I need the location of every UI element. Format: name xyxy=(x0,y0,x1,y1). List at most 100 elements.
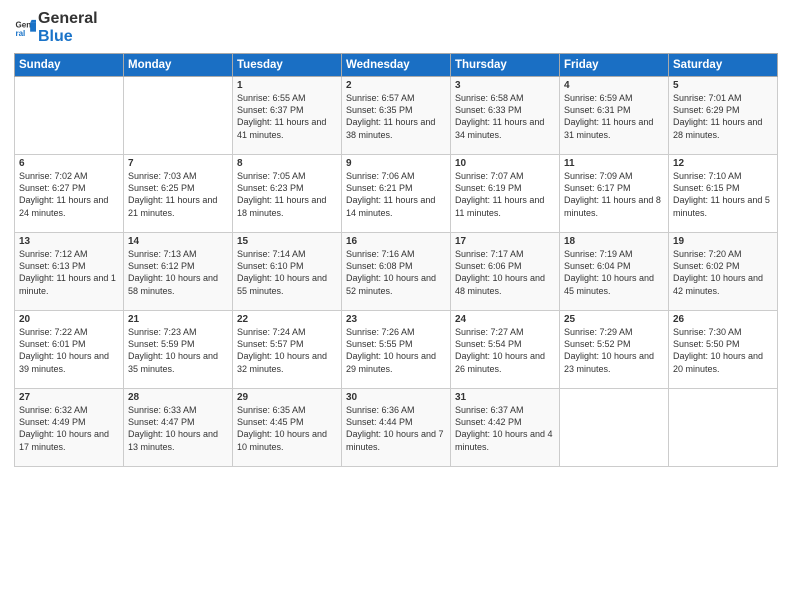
day-cell: 19Sunrise: 7:20 AM Sunset: 6:02 PM Dayli… xyxy=(669,233,778,311)
day-cell: 1Sunrise: 6:55 AM Sunset: 6:37 PM Daylig… xyxy=(233,77,342,155)
day-info: Sunrise: 7:26 AM Sunset: 5:55 PM Dayligh… xyxy=(346,326,446,375)
col-header-wednesday: Wednesday xyxy=(342,54,451,77)
logo-general: General xyxy=(38,10,98,28)
day-number: 9 xyxy=(346,158,446,169)
day-cell: 7Sunrise: 7:03 AM Sunset: 6:25 PM Daylig… xyxy=(124,155,233,233)
day-info: Sunrise: 6:57 AM Sunset: 6:35 PM Dayligh… xyxy=(346,92,446,141)
col-header-friday: Friday xyxy=(560,54,669,77)
day-number: 30 xyxy=(346,392,446,403)
day-info: Sunrise: 6:32 AM Sunset: 4:49 PM Dayligh… xyxy=(19,404,119,453)
col-header-thursday: Thursday xyxy=(451,54,560,77)
day-number: 10 xyxy=(455,158,555,169)
day-cell: 18Sunrise: 7:19 AM Sunset: 6:04 PM Dayli… xyxy=(560,233,669,311)
day-cell xyxy=(124,77,233,155)
page-container: Gene ral General Blue SundayMondayTuesda… xyxy=(0,0,792,475)
day-info: Sunrise: 7:19 AM Sunset: 6:04 PM Dayligh… xyxy=(564,248,664,297)
day-info: Sunrise: 7:17 AM Sunset: 6:06 PM Dayligh… xyxy=(455,248,555,297)
day-cell: 27Sunrise: 6:32 AM Sunset: 4:49 PM Dayli… xyxy=(15,389,124,467)
day-info: Sunrise: 7:01 AM Sunset: 6:29 PM Dayligh… xyxy=(673,92,773,141)
day-info: Sunrise: 7:07 AM Sunset: 6:19 PM Dayligh… xyxy=(455,170,555,219)
day-number: 25 xyxy=(564,314,664,325)
day-cell: 11Sunrise: 7:09 AM Sunset: 6:17 PM Dayli… xyxy=(560,155,669,233)
day-number: 11 xyxy=(564,158,664,169)
header: Gene ral General Blue xyxy=(14,10,778,45)
day-number: 27 xyxy=(19,392,119,403)
day-cell: 22Sunrise: 7:24 AM Sunset: 5:57 PM Dayli… xyxy=(233,311,342,389)
week-row-5: 27Sunrise: 6:32 AM Sunset: 4:49 PM Dayli… xyxy=(15,389,778,467)
day-number: 1 xyxy=(237,80,337,91)
day-cell: 16Sunrise: 7:16 AM Sunset: 6:08 PM Dayli… xyxy=(342,233,451,311)
day-info: Sunrise: 7:24 AM Sunset: 5:57 PM Dayligh… xyxy=(237,326,337,375)
day-info: Sunrise: 7:09 AM Sunset: 6:17 PM Dayligh… xyxy=(564,170,664,219)
week-row-2: 6Sunrise: 7:02 AM Sunset: 6:27 PM Daylig… xyxy=(15,155,778,233)
col-header-monday: Monday xyxy=(124,54,233,77)
day-number: 21 xyxy=(128,314,228,325)
day-info: Sunrise: 7:30 AM Sunset: 5:50 PM Dayligh… xyxy=(673,326,773,375)
header-row: SundayMondayTuesdayWednesdayThursdayFrid… xyxy=(15,54,778,77)
day-number: 2 xyxy=(346,80,446,91)
week-row-3: 13Sunrise: 7:12 AM Sunset: 6:13 PM Dayli… xyxy=(15,233,778,311)
day-number: 12 xyxy=(673,158,773,169)
day-number: 23 xyxy=(346,314,446,325)
day-cell: 24Sunrise: 7:27 AM Sunset: 5:54 PM Dayli… xyxy=(451,311,560,389)
day-cell: 9Sunrise: 7:06 AM Sunset: 6:21 PM Daylig… xyxy=(342,155,451,233)
week-row-1: 1Sunrise: 6:55 AM Sunset: 6:37 PM Daylig… xyxy=(15,77,778,155)
day-info: Sunrise: 7:13 AM Sunset: 6:12 PM Dayligh… xyxy=(128,248,228,297)
day-info: Sunrise: 7:29 AM Sunset: 5:52 PM Dayligh… xyxy=(564,326,664,375)
calendar-table: SundayMondayTuesdayWednesdayThursdayFrid… xyxy=(14,53,778,467)
day-cell: 31Sunrise: 6:37 AM Sunset: 4:42 PM Dayli… xyxy=(451,389,560,467)
day-number: 20 xyxy=(19,314,119,325)
day-number: 6 xyxy=(19,158,119,169)
day-info: Sunrise: 7:23 AM Sunset: 5:59 PM Dayligh… xyxy=(128,326,228,375)
day-number: 15 xyxy=(237,236,337,247)
day-cell: 10Sunrise: 7:07 AM Sunset: 6:19 PM Dayli… xyxy=(451,155,560,233)
day-cell: 6Sunrise: 7:02 AM Sunset: 6:27 PM Daylig… xyxy=(15,155,124,233)
day-info: Sunrise: 7:27 AM Sunset: 5:54 PM Dayligh… xyxy=(455,326,555,375)
day-cell: 17Sunrise: 7:17 AM Sunset: 6:06 PM Dayli… xyxy=(451,233,560,311)
logo-blue: Blue xyxy=(38,28,98,46)
day-cell: 4Sunrise: 6:59 AM Sunset: 6:31 PM Daylig… xyxy=(560,77,669,155)
day-number: 19 xyxy=(673,236,773,247)
day-info: Sunrise: 6:59 AM Sunset: 6:31 PM Dayligh… xyxy=(564,92,664,141)
day-number: 31 xyxy=(455,392,555,403)
day-cell: 5Sunrise: 7:01 AM Sunset: 6:29 PM Daylig… xyxy=(669,77,778,155)
day-info: Sunrise: 7:22 AM Sunset: 6:01 PM Dayligh… xyxy=(19,326,119,375)
day-number: 8 xyxy=(237,158,337,169)
day-info: Sunrise: 7:16 AM Sunset: 6:08 PM Dayligh… xyxy=(346,248,446,297)
logo: Gene ral General Blue xyxy=(14,10,98,45)
day-info: Sunrise: 7:05 AM Sunset: 6:23 PM Dayligh… xyxy=(237,170,337,219)
day-number: 3 xyxy=(455,80,555,91)
day-cell: 15Sunrise: 7:14 AM Sunset: 6:10 PM Dayli… xyxy=(233,233,342,311)
day-cell: 20Sunrise: 7:22 AM Sunset: 6:01 PM Dayli… xyxy=(15,311,124,389)
col-header-saturday: Saturday xyxy=(669,54,778,77)
day-cell: 12Sunrise: 7:10 AM Sunset: 6:15 PM Dayli… xyxy=(669,155,778,233)
day-number: 26 xyxy=(673,314,773,325)
day-number: 16 xyxy=(346,236,446,247)
day-number: 29 xyxy=(237,392,337,403)
day-cell: 26Sunrise: 7:30 AM Sunset: 5:50 PM Dayli… xyxy=(669,311,778,389)
day-number: 13 xyxy=(19,236,119,247)
svg-text:ral: ral xyxy=(15,29,25,38)
day-cell: 23Sunrise: 7:26 AM Sunset: 5:55 PM Dayli… xyxy=(342,311,451,389)
day-cell: 2Sunrise: 6:57 AM Sunset: 6:35 PM Daylig… xyxy=(342,77,451,155)
logo-icon: Gene ral xyxy=(14,17,36,39)
day-cell: 3Sunrise: 6:58 AM Sunset: 6:33 PM Daylig… xyxy=(451,77,560,155)
day-number: 4 xyxy=(564,80,664,91)
day-cell: 29Sunrise: 6:35 AM Sunset: 4:45 PM Dayli… xyxy=(233,389,342,467)
day-cell: 28Sunrise: 6:33 AM Sunset: 4:47 PM Dayli… xyxy=(124,389,233,467)
day-number: 14 xyxy=(128,236,228,247)
day-info: Sunrise: 6:35 AM Sunset: 4:45 PM Dayligh… xyxy=(237,404,337,453)
day-info: Sunrise: 7:02 AM Sunset: 6:27 PM Dayligh… xyxy=(19,170,119,219)
day-cell: 8Sunrise: 7:05 AM Sunset: 6:23 PM Daylig… xyxy=(233,155,342,233)
day-cell: 14Sunrise: 7:13 AM Sunset: 6:12 PM Dayli… xyxy=(124,233,233,311)
day-info: Sunrise: 7:12 AM Sunset: 6:13 PM Dayligh… xyxy=(19,248,119,297)
day-info: Sunrise: 7:20 AM Sunset: 6:02 PM Dayligh… xyxy=(673,248,773,297)
day-info: Sunrise: 7:14 AM Sunset: 6:10 PM Dayligh… xyxy=(237,248,337,297)
day-info: Sunrise: 6:55 AM Sunset: 6:37 PM Dayligh… xyxy=(237,92,337,141)
day-info: Sunrise: 6:58 AM Sunset: 6:33 PM Dayligh… xyxy=(455,92,555,141)
day-number: 5 xyxy=(673,80,773,91)
col-header-tuesday: Tuesday xyxy=(233,54,342,77)
col-header-sunday: Sunday xyxy=(15,54,124,77)
day-info: Sunrise: 6:33 AM Sunset: 4:47 PM Dayligh… xyxy=(128,404,228,453)
day-cell: 13Sunrise: 7:12 AM Sunset: 6:13 PM Dayli… xyxy=(15,233,124,311)
